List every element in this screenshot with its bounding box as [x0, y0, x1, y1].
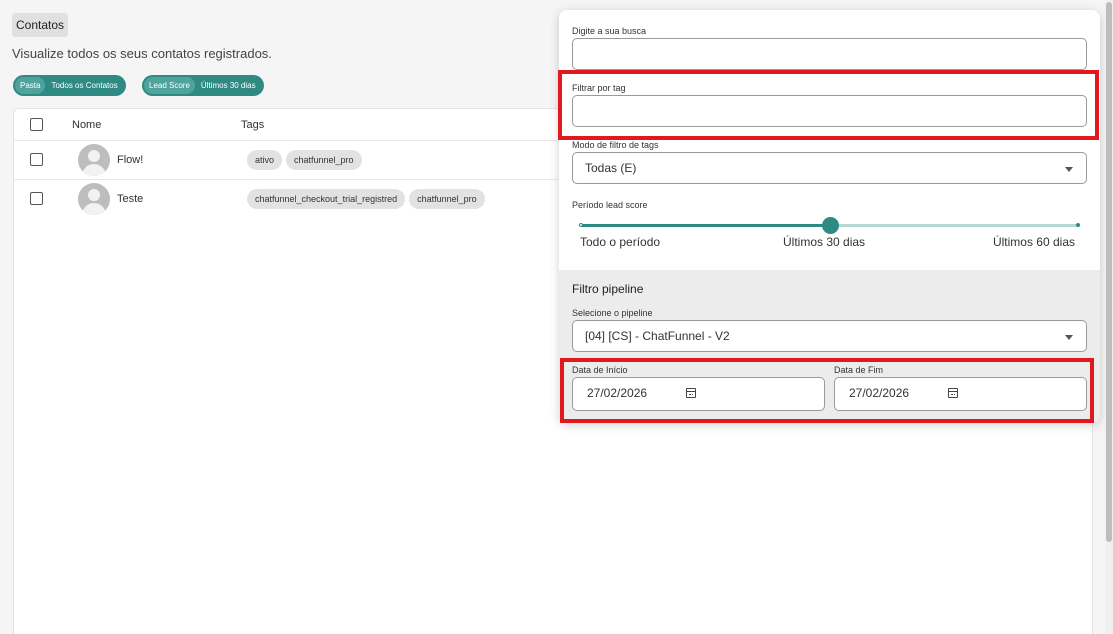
row-checkbox[interactable]: [30, 153, 43, 166]
lead-score-chip-value: Últimos 30 dias: [200, 81, 256, 90]
end-date-input[interactable]: 27/02/2026: [834, 377, 1087, 411]
page-scrollbar[interactable]: [1105, 0, 1113, 634]
avatar: [78, 183, 110, 215]
lead-score-label: Período lead score: [572, 200, 648, 210]
pipeline-value: [04] [CS] - ChatFunnel - V2: [585, 329, 730, 343]
contact-name[interactable]: Flow!: [117, 154, 143, 166]
pipeline-select-label: Selecione o pipeline: [572, 308, 653, 318]
pipeline-section-title: Filtro pipeline: [572, 282, 644, 296]
avatar: [78, 144, 110, 176]
calendar-icon[interactable]: [686, 388, 696, 398]
pipeline-filter-section: Filtro pipeline Selecione o pipeline [04…: [559, 270, 1100, 423]
chevron-down-icon: [1065, 167, 1073, 172]
tag-list: ativo chatfunnel_pro: [247, 150, 362, 170]
slider-start-dot: [579, 223, 583, 227]
start-date-input[interactable]: 27/02/2026: [572, 377, 825, 411]
tag-list: chatfunnel_checkout_trial_registred chat…: [247, 189, 485, 209]
folder-filter-chip[interactable]: Pasta Todos os Contatos: [13, 75, 126, 96]
end-date-label: Data de Fim: [834, 365, 884, 375]
tag-mode-select[interactable]: Todas (E): [572, 152, 1087, 184]
page-title: Contatos: [12, 13, 69, 37]
tag-filter-input[interactable]: [572, 95, 1087, 127]
pipeline-select[interactable]: [04] [CS] - ChatFunnel - V2: [572, 320, 1087, 352]
lead-score-slider[interactable]: [579, 217, 1080, 234]
chevron-down-icon: [1065, 335, 1073, 340]
select-all-checkbox[interactable]: [30, 118, 43, 131]
tag-filter-label: Filtrar por tag: [572, 83, 626, 93]
tag-chip: chatfunnel_pro: [286, 150, 362, 170]
slider-end-dot: [1076, 223, 1080, 227]
tag-chip: chatfunnel_pro: [409, 189, 485, 209]
search-input[interactable]: [572, 38, 1087, 70]
column-header-name[interactable]: Nome: [72, 119, 101, 131]
filter-panel: Digite a sua busca Filtrar por tag Modo …: [559, 10, 1100, 423]
contact-name[interactable]: Teste: [117, 193, 143, 205]
tag-chip: ativo: [247, 150, 283, 170]
slider-mark-30: Últimos 30 dias: [783, 235, 866, 249]
end-date-value: 27/02/2026: [849, 386, 910, 400]
lead-score-chip-key: Lead Score: [144, 77, 195, 94]
tag-mode-value: Todas (E): [585, 161, 637, 175]
page-subtitle: Visualize todos os seus contatos registr…: [12, 46, 272, 61]
folder-chip-value: Todos os Contatos: [51, 81, 118, 90]
search-label: Digite a sua busca: [572, 26, 647, 36]
row-checkbox[interactable]: [30, 192, 43, 205]
slider-mark-60: Últimos 60 dias: [992, 235, 1075, 249]
tag-mode-label: Modo de filtro de tags: [572, 140, 659, 150]
lead-score-filter-chip[interactable]: Lead Score Últimos 30 dias: [142, 75, 264, 96]
start-date-label: Data de Início: [572, 365, 628, 375]
contacts-page: Contatos Visualize todos os seus contato…: [0, 0, 1113, 634]
folder-chip-key: Pasta: [15, 77, 46, 94]
slider-mark-all: Todo o período: [580, 235, 661, 249]
tag-chip: chatfunnel_checkout_trial_registred: [247, 189, 406, 209]
calendar-icon[interactable]: [948, 388, 958, 398]
start-date-value: 27/02/2026: [587, 386, 648, 400]
column-header-tags[interactable]: Tags: [241, 119, 264, 131]
slider-fill: [580, 224, 830, 227]
slider-handle[interactable]: [821, 217, 839, 234]
scrollbar-thumb[interactable]: [1106, 2, 1112, 542]
